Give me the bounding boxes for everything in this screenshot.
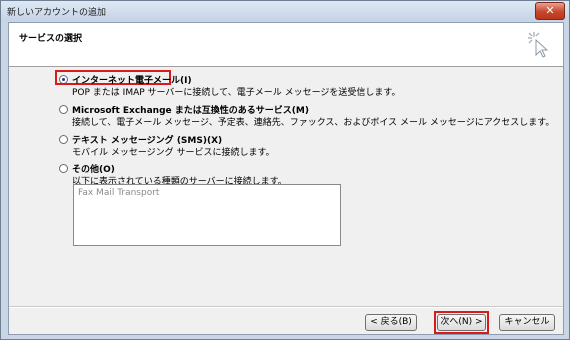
back-button[interactable]: < 戻る(B)	[365, 314, 417, 331]
dialog-content: サービスの選択 インターネット電子メール(I) POP または IMAP サーバ…	[8, 22, 564, 335]
page-title: サービスの選択	[19, 34, 83, 44]
list-item[interactable]: Fax Mail Transport	[78, 188, 159, 198]
option-sms-desc: モバイル メッセージング サービスに接続します。	[72, 148, 275, 158]
close-icon: ✕	[545, 4, 555, 17]
radio-exchange[interactable]	[59, 105, 68, 114]
cancel-button[interactable]: キャンセル	[499, 314, 555, 331]
footer-divider	[9, 306, 563, 308]
radio-sms[interactable]	[59, 135, 68, 144]
window-title: 新しいアカウントの追加	[7, 8, 107, 18]
option-internet-email-desc: POP または IMAP サーバーに接続して、電子メール メッセージを送受信しま…	[72, 88, 401, 98]
other-service-list[interactable]: Fax Mail Transport	[73, 184, 341, 246]
wizard-header: サービスの選択	[9, 23, 563, 67]
close-button[interactable]: ✕	[535, 2, 565, 20]
next-button[interactable]: 次へ(N) >	[437, 314, 486, 331]
radio-other[interactable]	[59, 164, 68, 173]
title-bar[interactable]: 新しいアカウントの追加 ✕	[1, 1, 569, 21]
dialog-window: 新しいアカウントの追加 ✕ サービスの選択 インターネット電子メール(I) PO…	[0, 0, 570, 340]
wizard-cursor-icon	[528, 32, 549, 58]
option-exchange-desc: 接続して、電子メール メッセージ、予定表、連絡先、ファックス、およびボイス メー…	[72, 118, 555, 128]
